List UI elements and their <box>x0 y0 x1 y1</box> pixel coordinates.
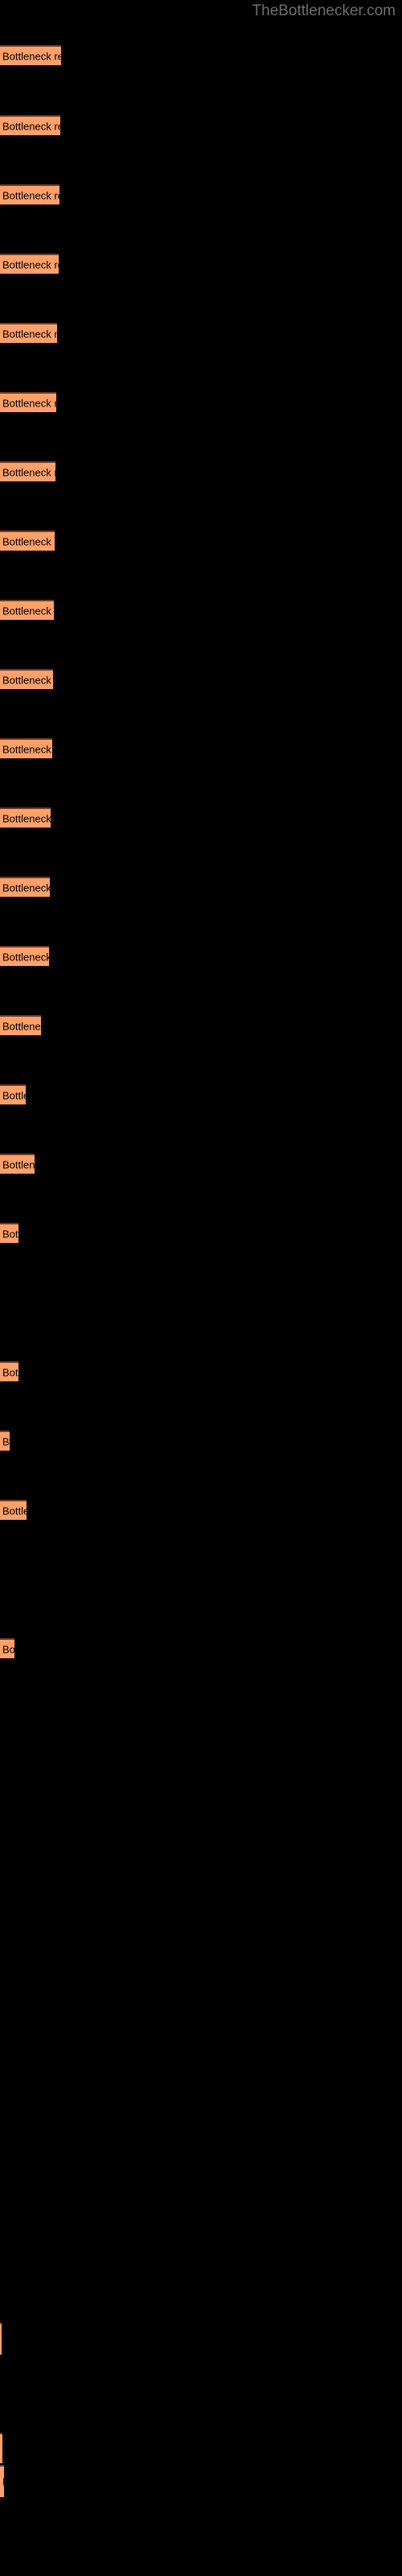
bar-row: Bottleneck result <box>0 45 402 65</box>
bar[interactable]: Bottleneck result <box>0 45 61 65</box>
bar-row <box>0 2054 402 2074</box>
bar-row <box>0 1777 402 1797</box>
bar-row <box>0 1707 402 1728</box>
bar-label: Bottleneck result <box>2 258 59 270</box>
bar[interactable]: Bottleneck result <box>0 1430 10 1451</box>
bar[interactable]: Bottleneck result <box>0 323 57 343</box>
bar-label: Bottleneck result <box>2 328 57 340</box>
bar[interactable]: Bottleneck result <box>0 2322 2 2355</box>
bar[interactable]: Bottleneck result <box>0 461 55 481</box>
bar-label: Bottleneck result <box>2 881 50 894</box>
bar-label: Bottleneck result <box>2 535 55 547</box>
bar-label: Bottleneck result <box>2 1435 10 1447</box>
bar-row: Bottleneck result <box>0 807 402 828</box>
plot-area: Bottleneck result Bottleneck result Bottle… <box>0 0 402 2576</box>
bar-row: Bottleneck result <box>0 115 402 135</box>
bar-row: Bottleneck result <box>0 1223 402 1243</box>
bar[interactable]: Bottleneck result <box>0 738 52 758</box>
bar-label: Bottleneck result <box>2 1158 35 1170</box>
bar-row: Bottleneck result <box>0 254 402 274</box>
bar[interactable]: Bottleneck result <box>0 1084 26 1104</box>
bar-row <box>0 1846 402 1866</box>
bar-label: Bottleneck result <box>2 50 61 62</box>
bar-label: Bottleneck result <box>2 674 53 686</box>
bar[interactable]: Bottleneck result <box>0 1015 41 1035</box>
bar[interactable]: Bottleneck result <box>0 669 53 689</box>
bar-row: Bottleneck result <box>0 1154 402 1174</box>
bar-label: Bottleneck result <box>2 743 52 755</box>
bar-label: Bottleneck result <box>2 1228 18 1240</box>
bar-label: Bottleneck result <box>2 1505 27 1517</box>
bar[interactable]: Bottleneck result <box>0 392 56 412</box>
bar-row: Bottleneck result <box>0 2322 402 2355</box>
bar-row: Bottleneck result <box>0 738 402 758</box>
bar-row: Bottleneck result <box>0 323 402 343</box>
bar[interactable]: Bottleneck result <box>0 1223 18 1243</box>
bar[interactable]: Bottleneck result <box>0 807 51 828</box>
bar[interactable]: Bottleneck result <box>0 1500 27 1520</box>
bar-label: Bottleneck result <box>2 1366 18 1378</box>
bar-label: Bottleneck result <box>2 605 54 617</box>
bar-row: Bottleneck result <box>0 669 402 689</box>
bar-row: Bottleneck result <box>0 1361 402 1381</box>
bar-row: Bottleneck result <box>0 877 402 897</box>
bottleneck-chart: TheBottlenecker.com Bottleneck resultBot… <box>0 0 402 2576</box>
bar-row: Bottleneck result <box>0 1500 402 1520</box>
bar[interactable]: Bottleneck result <box>0 1154 35 1174</box>
bar-row <box>0 1569 402 1589</box>
bar[interactable]: Bottleneck result <box>0 1638 14 1658</box>
bar-label: Bottleneck result <box>2 1643 14 1655</box>
bar-row: Bottleneck result <box>0 2433 402 2463</box>
bar-row: Bottleneck result <box>0 392 402 412</box>
bar-row <box>0 1292 402 1312</box>
bar[interactable]: Bottleneck result <box>0 530 55 551</box>
bar-row: Bottleneck result <box>0 1430 402 1451</box>
bar[interactable]: Bottleneck result <box>0 946 49 966</box>
bar-label: Bottleneck result <box>2 2476 4 2488</box>
bar-label: Bottleneck result <box>2 1020 41 1032</box>
bar[interactable]: Bottleneck result <box>0 115 60 135</box>
bar-row: Bottleneck result <box>0 530 402 551</box>
bar-label: Bottleneck result <box>2 1089 26 1101</box>
bar-label: Bottleneck result <box>2 812 51 824</box>
bar-row <box>0 1915 402 1935</box>
bar-row: Bottleneck result <box>0 461 402 481</box>
bar[interactable]: Bottleneck result <box>0 184 59 204</box>
bar-row: Bottleneck result <box>0 2465 402 2497</box>
bar-row: Bottleneck result <box>0 1015 402 1035</box>
bar[interactable]: Bottleneck result <box>0 254 59 274</box>
bar-label: Bottleneck result <box>2 951 49 963</box>
bar-row <box>0 1984 402 2004</box>
bar-row: Bottleneck result <box>0 184 402 204</box>
bar-row: Bottleneck result <box>0 946 402 966</box>
bar-row: Bottleneck result <box>0 1638 402 1658</box>
bar-label: Bottleneck result <box>2 189 59 201</box>
bar-label: Bottleneck result <box>2 397 56 409</box>
bar[interactable]: Bottleneck result <box>0 600 54 620</box>
bar[interactable]: Bottleneck result <box>0 1361 18 1381</box>
bar-row: Bottleneck result <box>0 600 402 620</box>
bar[interactable]: Bottleneck result <box>0 877 50 897</box>
bar-row <box>0 2395 402 2425</box>
bar-label: Bottleneck result <box>2 120 60 132</box>
bar[interactable]: Bottleneck result <box>0 2433 2 2463</box>
bar-label: Bottleneck result <box>2 466 55 478</box>
bar-row: Bottleneck result <box>0 1084 402 1104</box>
bar[interactable]: Bottleneck result <box>0 2465 4 2497</box>
bar-row <box>0 2123 402 2143</box>
